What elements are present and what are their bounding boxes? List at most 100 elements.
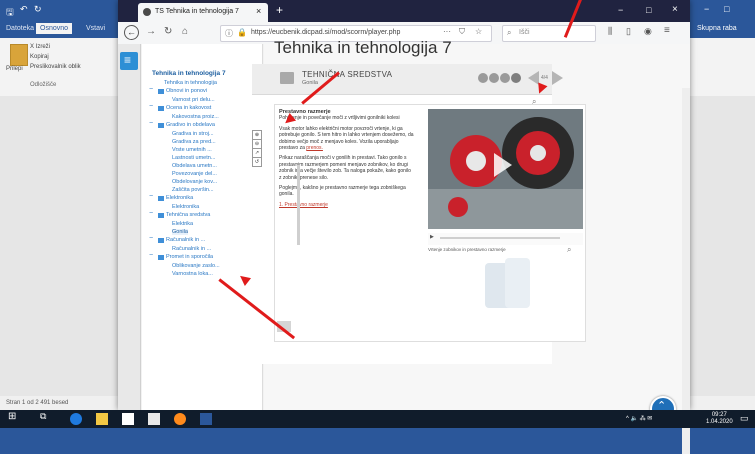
video-zoom-icon[interactable]: ⌕	[567, 245, 571, 255]
forward-icon[interactable]: →	[146, 26, 156, 37]
format-painter-button[interactable]: Preslikovalnik oblik	[30, 64, 81, 70]
task-view-icon[interactable]: ⧉	[40, 411, 52, 423]
video-progress-bar[interactable]	[440, 237, 560, 239]
ff-maximize-icon[interactable]: □	[646, 5, 651, 15]
toc-item[interactable]: Obdelovanje kov...	[172, 179, 217, 185]
folder-icon[interactable]	[149, 120, 164, 128]
info-icon[interactable]: ⓘ	[225, 28, 233, 39]
minimize-icon[interactable]: −	[704, 4, 709, 14]
word-status-text: Stran 1 od 2 491 besed	[6, 400, 69, 406]
page-dot-1[interactable]	[478, 73, 488, 83]
toc-item[interactable]: Elektronika	[166, 195, 193, 201]
folder-icon[interactable]	[149, 86, 164, 94]
page-counter: 4/4	[541, 75, 548, 81]
system-tray-icons[interactable]: ^ 🔈 ⁂ ✉	[626, 415, 652, 422]
toc-item[interactable]: Računalnik in ...	[166, 237, 205, 243]
mail-icon[interactable]	[148, 413, 160, 425]
toc-item[interactable]: Varnostna loka...	[172, 271, 213, 277]
toc-item[interactable]: Tehnična sredstva	[166, 212, 210, 218]
toc-item[interactable]: Elektronika	[172, 204, 199, 210]
clock[interactable]: 09:27 1.04.2020	[706, 412, 733, 426]
tab-osnovno[interactable]: Osnovno	[36, 23, 73, 34]
save-icon[interactable]: 🖫	[6, 5, 14, 21]
toc-item[interactable]: Računalnik in ...	[172, 246, 211, 252]
pocket-icon[interactable]: ⛉	[459, 27, 465, 37]
maximize-icon[interactable]: □	[724, 4, 729, 14]
page-dot-3[interactable]	[500, 73, 510, 83]
word-taskbar-icon[interactable]	[200, 413, 212, 425]
scorm-player: TEHNIČNA SREDSTVA Gonila 4/4 ⌕ ⊕ ⊖ ↗ ↺ P…	[252, 64, 586, 364]
windows-start-icon[interactable]: ⊞	[8, 411, 20, 423]
toc-item[interactable]: Oblikovanje zaslo...	[172, 263, 220, 269]
folder-icon[interactable]	[149, 235, 164, 243]
player-subtitle: Gonila	[302, 80, 318, 86]
share-button[interactable]: Skupna raba	[697, 25, 737, 32]
ff-close-icon[interactable]: ×	[672, 4, 678, 15]
tab-datoteka[interactable]: Datoteka	[6, 25, 34, 32]
page-actions-icon[interactable]: ···	[443, 27, 451, 36]
reset-icon[interactable]: ↺	[252, 157, 262, 167]
toc-item[interactable]: Povezovanje del...	[172, 171, 217, 177]
close-tab-icon[interactable]: ×	[256, 6, 261, 16]
ff-minimize-icon[interactable]: −	[618, 5, 623, 15]
toc-item[interactable]: Lastnosti umetn...	[172, 155, 215, 161]
undo-icon[interactable]: ↶	[20, 4, 28, 15]
sidebar-icon[interactable]: ▯	[626, 26, 631, 37]
play-icon[interactable]	[494, 153, 512, 177]
browser-tab[interactable]: TS Tehnika in tehnologija 7 ×	[138, 3, 268, 22]
toc-item[interactable]: Vrste umetnih ...	[172, 147, 212, 153]
account-icon[interactable]: ◉	[644, 26, 652, 37]
clock-time: 09:27	[711, 412, 727, 418]
video-caption: Vrtenje zobnikov in prestavno razmerje	[428, 247, 506, 252]
toc-item[interactable]: Kakovostna proiz...	[172, 114, 219, 120]
back-icon[interactable]: ←	[124, 25, 139, 40]
page-scrollbar[interactable]	[682, 88, 690, 454]
cut-button[interactable]: X Izreži	[30, 44, 50, 50]
paste-icon[interactable]	[10, 44, 28, 66]
toc-item[interactable]: Promet in sporočila	[166, 254, 213, 260]
toc-item[interactable]: Gradiva in stroj...	[172, 131, 214, 137]
tab-favicon-icon	[143, 8, 151, 16]
edge-icon[interactable]	[70, 413, 82, 425]
toc-item[interactable]: Gradivo in obdelava	[166, 122, 215, 128]
toc-title[interactable]: Tehnika in tehnologija 7	[152, 70, 226, 77]
video-play-icon[interactable]: ▶	[430, 234, 434, 240]
toc-item[interactable]: Tehnika in tehnologija	[164, 80, 217, 86]
menu-toggle-button[interactable]: ≡	[120, 52, 138, 70]
firefox-taskbar-icon[interactable]	[174, 413, 186, 425]
next-page-icon[interactable]	[552, 71, 563, 85]
table-of-contents: Tehnika in tehnologija 7 Tehnika in tehn…	[142, 44, 263, 410]
home-icon[interactable]: ⌂	[182, 26, 188, 37]
slide-scrollbar[interactable]	[297, 165, 300, 245]
folder-icon[interactable]	[149, 210, 164, 218]
toc-item[interactable]: Gradiva za pred...	[172, 139, 216, 145]
page-dot-2[interactable]	[489, 73, 499, 83]
inline-link[interactable]: prenos.	[306, 145, 323, 151]
toc-item[interactable]: Gonila	[172, 229, 188, 235]
file-explorer-icon[interactable]	[96, 413, 108, 425]
hamburger-menu-icon[interactable]: ≡	[664, 25, 670, 36]
toc-item[interactable]: Ocena in kakovost	[166, 105, 211, 111]
toc-item[interactable]: Zaščita površin...	[172, 187, 214, 193]
toc-item[interactable]: Obnovi in ponovi	[166, 88, 207, 94]
new-tab-icon[interactable]: +	[276, 3, 283, 17]
search-input[interactable]: ⌕ Išči	[502, 25, 596, 42]
folder-icon[interactable]	[149, 103, 164, 111]
notifications-icon[interactable]: ▭	[740, 413, 749, 424]
lock-icon: 🔒	[237, 28, 247, 37]
bookmark-star-icon[interactable]: ☆	[475, 27, 482, 36]
toc-item[interactable]: Varnost pri delu...	[172, 97, 215, 103]
folder-icon[interactable]	[149, 252, 164, 260]
paste-label: Prilepi	[6, 66, 23, 72]
copy-button[interactable]: Kopiraj	[30, 54, 49, 60]
gear-video[interactable]	[428, 109, 583, 229]
toc-item[interactable]: Obdelava umetn...	[172, 163, 217, 169]
tab-vstavi[interactable]: Vstavi	[86, 25, 105, 32]
reload-icon[interactable]: ↻	[164, 26, 172, 37]
redo-icon[interactable]: ↻	[34, 4, 42, 15]
toc-item[interactable]: Elektrika	[172, 221, 193, 227]
store-icon[interactable]	[122, 413, 134, 425]
library-icon[interactable]: ⫼	[608, 26, 612, 37]
folder-icon[interactable]	[149, 193, 164, 201]
page-dot-4[interactable]	[511, 73, 521, 83]
